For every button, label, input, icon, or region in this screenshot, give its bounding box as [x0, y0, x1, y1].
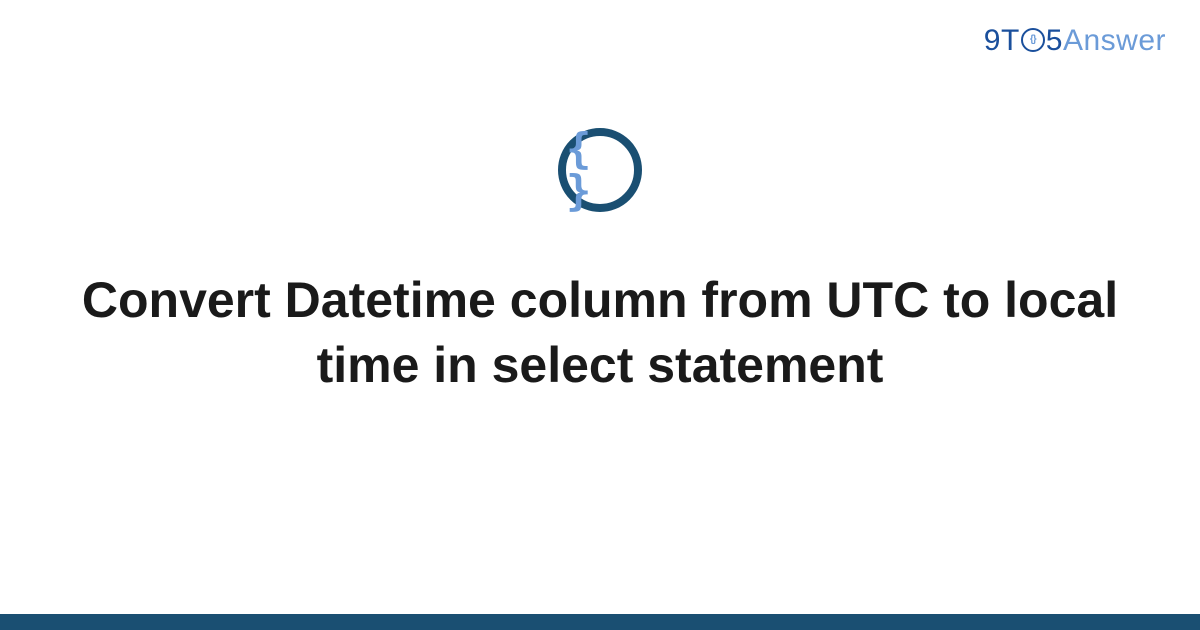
brand-logo: 9T {} 5Answer	[984, 24, 1166, 58]
bottom-accent-bar	[0, 614, 1200, 630]
brand-o-inner: {}	[1030, 35, 1036, 45]
brand-answer: Answer	[1063, 24, 1166, 57]
page-title: Convert Datetime column from UTC to loca…	[60, 268, 1140, 398]
brand-nine: 9	[984, 24, 1001, 57]
brand-t: T	[1001, 24, 1020, 57]
braces-glyph: { }	[566, 128, 634, 212]
code-braces-icon: { }	[558, 128, 642, 212]
brand-five: 5	[1046, 24, 1063, 57]
brand-o-icon: {}	[1021, 26, 1045, 50]
